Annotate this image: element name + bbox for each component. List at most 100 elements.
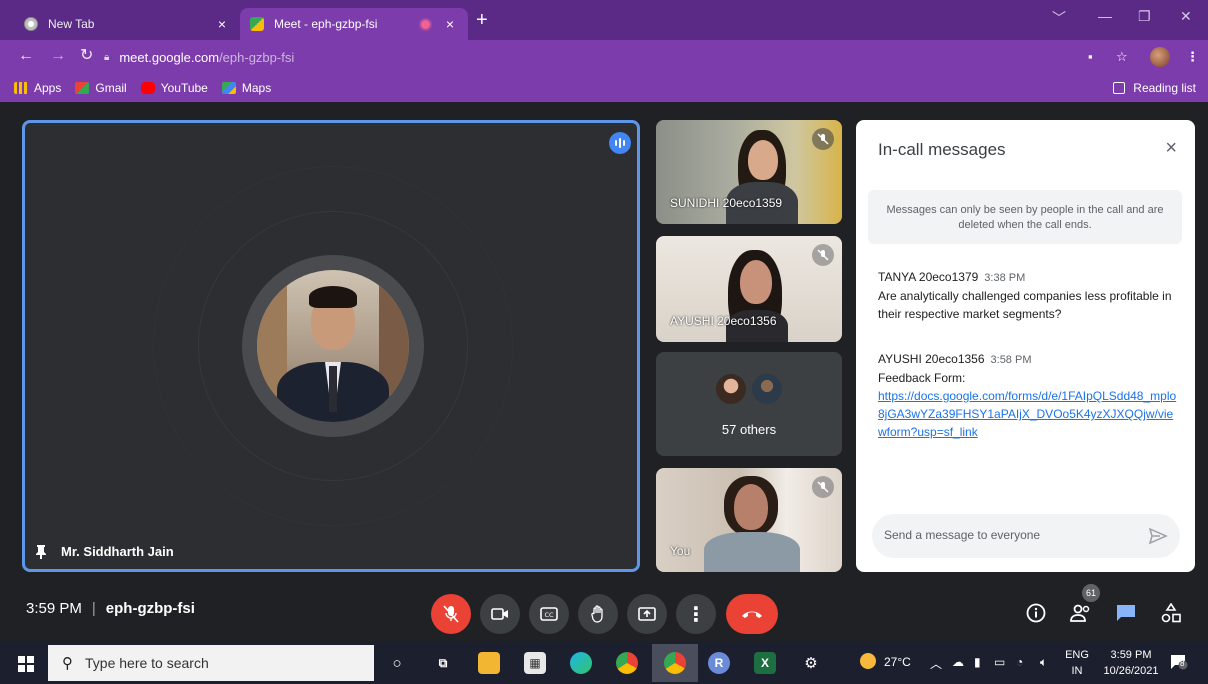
reading-list-button[interactable]: Reading list [1113,81,1196,95]
close-window-icon[interactable]: ✕ [1180,8,1192,25]
r-app-icon[interactable]: R [708,652,730,674]
cortana-icon[interactable]: ○ [386,652,408,674]
chrome-icon[interactable] [664,652,686,674]
captions-button[interactable]: CC [529,594,569,634]
raise-hand-button[interactable] [578,594,618,634]
lock-icon: 🔒︎ [104,51,110,63]
back-icon[interactable]: ← [18,47,34,65]
camera-icon[interactable]: ▪ [1088,49,1093,64]
hand-icon [591,605,603,623]
forward-icon[interactable]: → [50,47,66,65]
chrome-icon[interactable] [616,652,638,674]
bookmark-label: YouTube [160,81,208,95]
muted-mic-icon [812,244,834,266]
meeting-info: 3:59 PM | eph-gzbp-fsi [26,600,195,617]
participant-tile-ayushi[interactable]: AYUSHI 20eco1356 [656,236,842,342]
store-icon[interactable]: ▦ [524,652,546,674]
task-view-icon[interactable]: ⧉ [432,652,454,674]
gmail-icon [75,82,90,94]
file-explorer-icon[interactable] [478,652,500,674]
close-tab-icon[interactable]: × [214,16,230,32]
system-clock[interactable]: 3:59 PM 10/26/2021 [1096,647,1166,679]
chat-button[interactable] [1111,598,1141,628]
edge-icon[interactable] [570,652,592,674]
language-code: ENG [1065,649,1089,661]
participant-tile-you[interactable]: You [656,468,842,572]
bookmark-star-icon[interactable]: ☆ [1116,49,1128,65]
taskbar-search-input[interactable]: ⚲ Type here to search [48,645,374,681]
feedback-form-link[interactable]: https://docs.google.com/forms/d/e/1FAIpQ… [878,387,1178,441]
chat-message: TANYA 20eco1379 3:38 PM Are analytically … [878,268,1178,323]
participant-name-label: SUNIDHI 20eco1359 [670,196,783,210]
browser-tab-bar: New Tab × Meet - eph-gzbp-fsi × + ﹀ — ❐ … [0,0,1208,40]
weather-sun-icon [860,653,876,669]
participant-name-label: Mr. Siddharth Jain [61,544,174,559]
network-icon[interactable]: ▭ [994,655,1005,669]
participant-tile-sunidhi[interactable]: SUNIDHI 20eco1359 [656,120,842,224]
meeting-details-button[interactable] [1021,598,1051,628]
separator: | [91,600,96,617]
volume-icon[interactable]: 🔈︎ [1040,655,1047,670]
windows-start-icon[interactable] [18,656,34,672]
message-text: Feedback Form: [878,371,966,385]
profile-avatar[interactable] [1150,47,1170,67]
menu-dots-icon[interactable]: ⋮ [1186,49,1199,65]
activities-button[interactable] [1156,598,1186,628]
message-text: Are analytically challenged companies le… [878,289,1172,321]
notification-count: 8 [1180,659,1185,668]
pin-icon[interactable] [35,544,47,559]
participants-button[interactable] [1066,598,1096,628]
send-icon[interactable] [1148,526,1168,546]
weather-temperature[interactable]: 27°C [884,655,911,669]
notification-icon [1171,655,1188,670]
maps-icon [221,82,236,94]
bookmark-gmail[interactable]: Gmail [75,81,127,95]
new-tab-button[interactable]: + [476,9,488,31]
info-icon [1026,603,1046,623]
main-participant-tile[interactable]: Mr. Siddharth Jain [22,120,640,572]
tab-meet[interactable]: Meet - eph-gzbp-fsi × [240,8,468,40]
chat-input-placeholder: Send a message to everyone [884,528,1041,542]
tray-chevron-icon[interactable]: ︿ [930,655,942,672]
video-camera-icon [491,608,508,620]
restore-icon[interactable]: ❐ [1138,8,1151,25]
others-tile[interactable]: 57 others [656,352,842,456]
wifi-icon[interactable]: ◔ [1016,655,1023,669]
cloud-icon[interactable]: ☁ [952,655,964,669]
present-screen-icon [638,607,656,621]
others-count: 57 others [721,422,777,437]
tab-new-tab[interactable]: New Tab × [14,8,240,40]
meeting-code: eph-gzbp-fsi [105,600,195,617]
excel-icon[interactable]: X [754,652,776,674]
main-participant-name: Mr. Siddharth Jain [35,544,174,559]
more-options-button[interactable]: ⋮ [676,594,716,634]
tab-search-icon[interactable]: ﹀ [1052,8,1066,28]
input-language[interactable]: ENG IN [1064,647,1090,679]
bookmark-label: Apps [34,81,62,95]
bookmark-youtube[interactable]: YouTube [140,81,208,95]
url-path: /eph-gzbp-fsi [219,49,295,65]
camera-toggle-button[interactable] [480,594,520,634]
address-bar: ← → ↻ 🔒︎ meet.google.com/eph-gzbp-fsi ▪ … [0,40,1208,74]
reading-list-label: Reading list [1133,81,1196,95]
minimize-icon[interactable]: — [1098,8,1112,24]
speaker-avatar [242,255,424,437]
notifications-button[interactable]: 8 [1170,654,1188,670]
present-screen-button[interactable] [627,594,667,634]
battery-icon[interactable]: ▮ [974,655,981,669]
settings-gear-icon[interactable]: ⚙ [800,652,822,674]
recording-indicator-icon [421,19,430,29]
bookmark-apps[interactable]: Apps [14,81,61,95]
bookmark-maps[interactable]: Maps [221,81,271,95]
url-field[interactable]: 🔒︎ meet.google.com/eph-gzbp-fsi [104,45,1104,69]
mic-toggle-button[interactable] [431,594,471,634]
chat-message-input[interactable]: Send a message to everyone [872,514,1180,558]
close-icon[interactable]: × [1165,138,1177,158]
windows-taskbar: ⚲ Type here to search ○ ⧉ ▦ R X ⚙ 27°C ︿… [0,642,1208,684]
leave-call-button[interactable] [726,594,778,634]
activities-shapes-icon [1161,603,1181,623]
reload-icon[interactable]: ↻ [80,47,93,65]
close-tab-icon[interactable]: × [442,16,458,32]
chat-bubble-icon [1117,605,1135,621]
avatar [750,372,784,406]
